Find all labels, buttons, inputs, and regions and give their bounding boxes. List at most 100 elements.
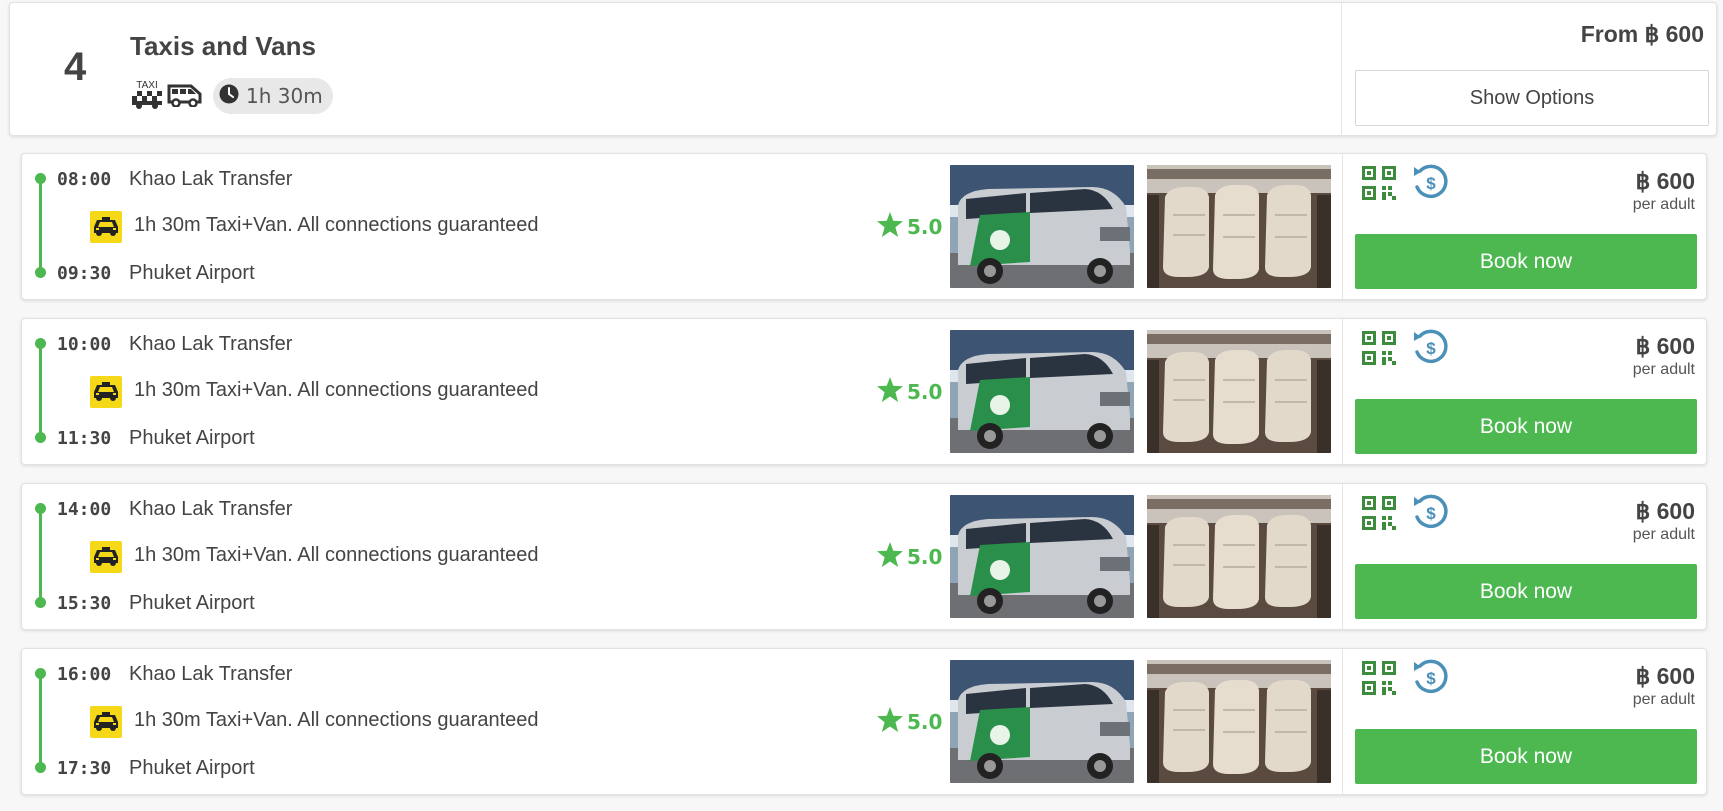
destination-name: Phuket Airport	[129, 262, 255, 284]
arrive-time: 17:30	[57, 758, 112, 779]
timeline-start-dot	[35, 338, 46, 349]
rating-value: 5.0	[907, 545, 943, 569]
book-now-button[interactable]: Book now	[1355, 234, 1697, 289]
from-price: From ฿ 600	[1580, 21, 1704, 47]
van-interior-photo[interactable]	[1147, 495, 1331, 618]
trip-price: ฿ 600	[1635, 663, 1695, 689]
depart-time: 08:00	[57, 169, 112, 190]
trip-price: ฿ 600	[1635, 498, 1695, 524]
trip-price: ฿ 600	[1635, 333, 1695, 359]
van-interior-photo[interactable]	[1147, 330, 1331, 453]
svg-text:$: $	[1426, 504, 1436, 523]
rating-value: 5.0	[907, 710, 943, 734]
clock-icon	[219, 84, 239, 109]
trip-row: 16:00 Khao Lak Transfer 1h 30m Taxi+Van.…	[21, 648, 1707, 795]
svg-text:$: $	[1426, 174, 1436, 193]
destination-name: Phuket Airport	[129, 592, 255, 614]
depart-time: 14:00	[57, 499, 112, 520]
trip-description: 1h 30m Taxi+Van. All connections guarant…	[134, 709, 539, 731]
rating: 5.0	[877, 707, 942, 737]
summary-icons: TAXI 1h 30m	[131, 78, 333, 114]
arrive-time: 15:30	[57, 593, 112, 614]
svg-text:$: $	[1426, 339, 1436, 358]
taxi-icon	[90, 211, 122, 243]
rating-value: 5.0	[907, 215, 943, 239]
rating: 5.0	[877, 377, 942, 407]
origin-name: Khao Lak Transfer	[129, 333, 293, 355]
timeline-line	[39, 344, 42, 437]
price-unit: per adult	[1632, 526, 1695, 543]
divider	[1341, 3, 1342, 137]
taxi-icon	[90, 541, 122, 573]
rating-value: 5.0	[907, 380, 943, 404]
transport-summary-card: 4 Taxis and Vans TAXI 1h 30m From ฿ 600 …	[9, 2, 1717, 137]
van-icon	[167, 81, 203, 111]
taxi-icon	[90, 376, 122, 408]
timeline-start-dot	[35, 503, 46, 514]
qr-code-icon	[1362, 331, 1396, 369]
trip-description: 1h 30m Taxi+Van. All connections guarant…	[134, 379, 539, 401]
timeline-line	[39, 509, 42, 602]
arrive-time: 11:30	[57, 428, 112, 449]
van-exterior-photo[interactable]	[950, 330, 1134, 453]
rating: 5.0	[877, 212, 942, 242]
timeline-end-dot	[35, 762, 46, 773]
star-icon	[877, 707, 903, 737]
book-now-button[interactable]: Book now	[1355, 399, 1697, 454]
star-icon	[877, 542, 903, 572]
divider	[1342, 319, 1343, 464]
trip-description: 1h 30m Taxi+Van. All connections guarant…	[134, 544, 539, 566]
qr-code-icon	[1362, 166, 1396, 204]
duration-pill: 1h 30m	[213, 78, 333, 114]
divider	[1342, 484, 1343, 629]
summary-title: Taxis and Vans	[130, 31, 316, 61]
origin-name: Khao Lak Transfer	[129, 498, 293, 520]
timeline-line	[39, 179, 42, 272]
refund-icon: $	[1411, 493, 1449, 535]
refund-icon: $	[1411, 163, 1449, 205]
trip-row: 14:00 Khao Lak Transfer 1h 30m Taxi+Van.…	[21, 483, 1707, 630]
qr-code-icon	[1362, 496, 1396, 534]
timeline-end-dot	[35, 432, 46, 443]
taxi-icon	[90, 706, 122, 738]
depart-time: 10:00	[57, 334, 112, 355]
taxi-icon: TAXI	[131, 79, 163, 113]
destination-name: Phuket Airport	[129, 757, 255, 779]
timeline-end-dot	[35, 267, 46, 278]
van-interior-photo[interactable]	[1147, 165, 1331, 288]
divider	[1342, 154, 1343, 299]
rating: 5.0	[877, 542, 942, 572]
depart-time: 16:00	[57, 664, 112, 685]
show-options-button[interactable]: Show Options	[1355, 70, 1709, 126]
origin-name: Khao Lak Transfer	[129, 168, 293, 190]
price-unit: per adult	[1632, 691, 1695, 708]
star-icon	[877, 212, 903, 242]
timeline-start-dot	[35, 173, 46, 184]
trip-row: 10:00 Khao Lak Transfer 1h 30m Taxi+Van.…	[21, 318, 1707, 465]
van-exterior-photo[interactable]	[950, 660, 1134, 783]
option-count: 4	[64, 45, 87, 89]
trip-description: 1h 30m Taxi+Van. All connections guarant…	[134, 214, 539, 236]
book-now-button[interactable]: Book now	[1355, 564, 1697, 619]
svg-text:$: $	[1426, 669, 1436, 688]
divider	[1342, 649, 1343, 794]
price-unit: per adult	[1632, 361, 1695, 378]
star-icon	[877, 377, 903, 407]
destination-name: Phuket Airport	[129, 427, 255, 449]
timeline-start-dot	[35, 668, 46, 679]
book-now-button[interactable]: Book now	[1355, 729, 1697, 784]
origin-name: Khao Lak Transfer	[129, 663, 293, 685]
refund-icon: $	[1411, 658, 1449, 700]
van-exterior-photo[interactable]	[950, 495, 1134, 618]
price-unit: per adult	[1632, 196, 1695, 213]
van-interior-photo[interactable]	[1147, 660, 1331, 783]
timeline-line	[39, 674, 42, 767]
timeline-end-dot	[35, 597, 46, 608]
trip-price: ฿ 600	[1635, 168, 1695, 194]
refund-icon: $	[1411, 328, 1449, 370]
van-exterior-photo[interactable]	[950, 165, 1134, 288]
qr-code-icon	[1362, 661, 1396, 699]
arrive-time: 09:30	[57, 263, 112, 284]
duration-text: 1h 30m	[246, 84, 323, 108]
trip-row: 08:00 Khao Lak Transfer 1h 30m Taxi+Van.…	[21, 153, 1707, 300]
